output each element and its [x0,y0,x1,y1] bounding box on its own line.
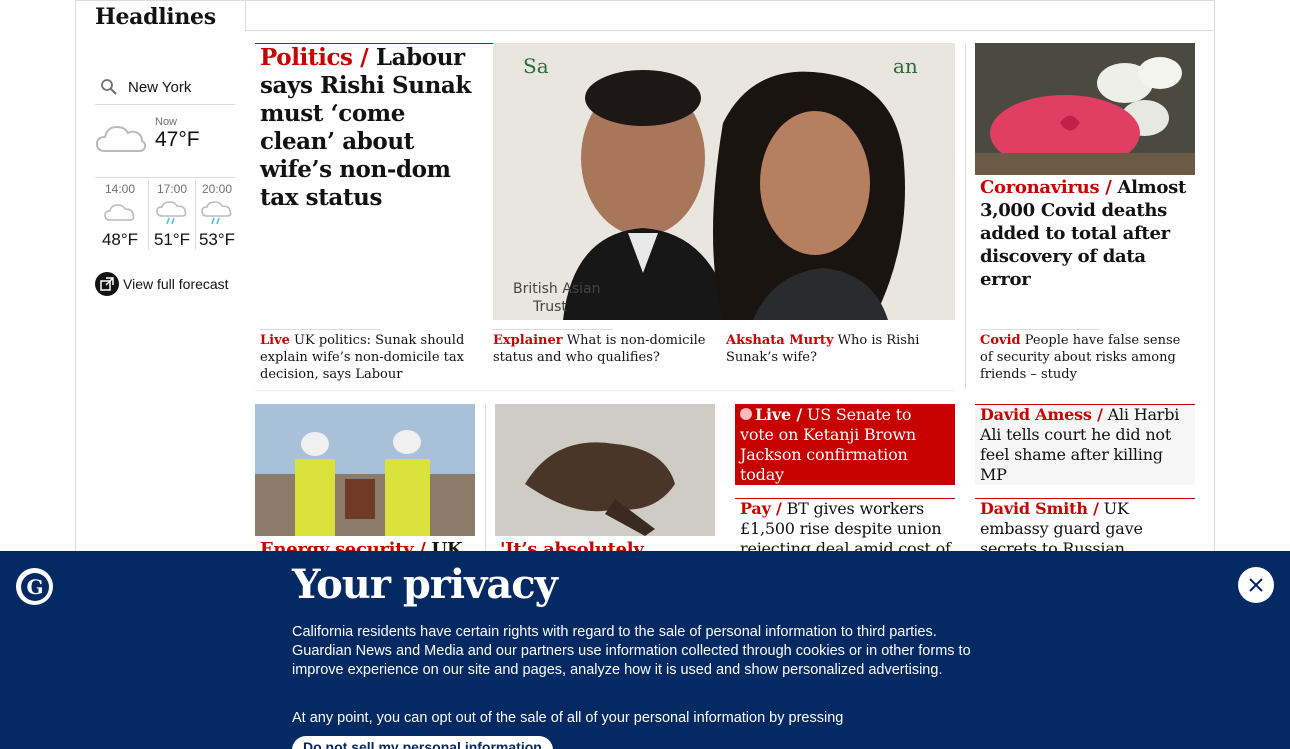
svg-text:an: an [893,54,918,78]
rain-icon [156,201,187,225]
svg-text:Sa: Sa [523,54,549,78]
forecast-time: 14:00 [104,182,136,196]
related-link[interactable]: Live UK politics: Sunak should explain w… [260,332,465,383]
svg-text:Trust: Trust [532,299,567,315]
forecast-slot: 17:00 51°F [147,180,197,250]
couple-photo-image: Sa an British Asian Trust [493,43,955,320]
close-icon [1249,578,1263,592]
weather-now: Now 47°F [95,113,235,178]
live-story-headline[interactable]: Live / US Senate to vote on Ketanji Brow… [735,405,955,485]
privacy-body: California residents have certain rights… [292,624,971,678]
cloud-icon [104,204,135,221]
workers-image [255,404,475,536]
pay-story-headline[interactable]: Pay / BT gives workers £1,500 rise despi… [740,499,952,559]
weather-location[interactable]: New York [95,70,235,105]
related-title: UK politics: Sunak should explain wife’s… [260,333,465,382]
covid-kicker: Coronavirus / [980,177,1112,198]
privacy-body-optout: At any point, you can opt out of the sal… [292,710,844,726]
view-forecast-label: View full forecast [123,276,229,292]
main-story-kicker: Politics / [260,44,369,71]
svg-text:G: G [26,575,43,599]
forecast-slot: 20:00 53°F [192,180,242,250]
rain-icon [201,201,232,225]
now-temperature: 47°F [155,128,200,151]
close-button[interactable] [1238,567,1274,603]
forecast-slot: 14:00 48°F [95,180,145,250]
live-kicker: Live / [755,405,803,424]
amess-kicker: David Amess / [980,405,1103,424]
now-label: Now [155,116,178,128]
section-title: Headlines [95,4,216,30]
memorial-stone-image [975,43,1195,175]
main-story-photo[interactable]: Sa an British Asian Trust [493,43,955,320]
forecast-temp: 51°F [153,230,191,249]
external-link-icon [95,272,119,296]
energy-photo[interactable] [255,404,475,536]
amess-story-headline[interactable]: David Amess / Ali Harbi Ali tells court … [975,405,1195,485]
related-kicker: Explainer [493,333,563,348]
dinosaur-skull-image [495,404,715,536]
related-link[interactable]: Akshata Murty Who is Rishi Sunak’s wife? [726,332,946,366]
dino-photo[interactable] [495,404,715,536]
main-story-headline[interactable]: Politics / Labour says Rishi Sunak must … [260,44,480,212]
forecast-temp: 53°F [198,230,236,249]
svg-text:British Asian: British Asian [513,281,600,297]
related-link[interactable]: Explainer What is non-domicile status an… [493,332,708,366]
related-kicker: Live [260,333,290,348]
related-kicker: Covid [980,333,1021,348]
pay-kicker: Pay / [740,499,782,518]
guardian-logo-icon: G [16,568,53,605]
privacy-title: Your privacy [292,561,558,608]
related-kicker: Akshata Murty [726,333,834,348]
related-link[interactable]: Covid People have false sense of securit… [980,332,1190,383]
smith-kicker: David Smith / [980,499,1099,518]
location-name: New York [128,78,192,96]
forecast-time: 17:00 [156,182,188,196]
forecast-time: 20:00 [201,182,233,196]
forecast-temp: 48°F [101,230,139,249]
covid-story-headline[interactable]: Coronavirus / Almost 3,000 Covid deaths … [980,176,1190,291]
search-icon [101,79,117,95]
do-not-sell-button[interactable]: Do not sell my personal information [292,736,553,749]
covid-photo[interactable] [975,43,1195,175]
view-forecast-link[interactable]: View full forecast [95,272,229,296]
cloud-icon [95,125,147,152]
privacy-banner: G Your privacy California residents have… [0,551,1290,749]
live-dot-icon [740,408,752,420]
